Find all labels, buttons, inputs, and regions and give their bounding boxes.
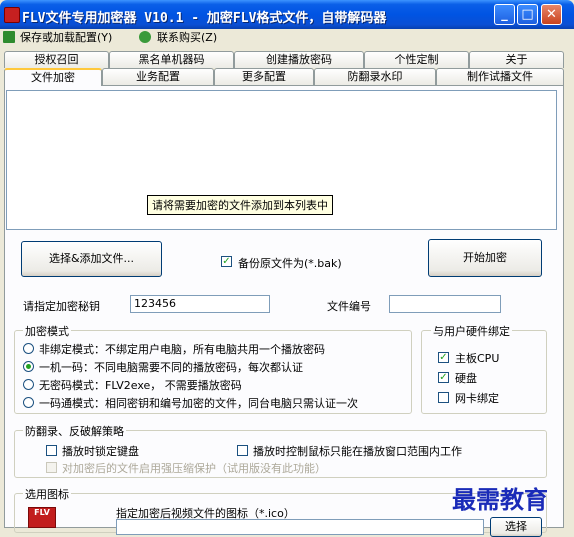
tab-blacklist[interactable]: 黑名单机器码 bbox=[109, 51, 234, 68]
mode-label-one-machine: 一机一码：不同电脑需要不同的播放密码，每次都认证 bbox=[39, 361, 303, 374]
start-encrypt-button[interactable]: 开始加密 bbox=[428, 239, 542, 277]
window-title: FLV文件专用加密器 V10.1 - 加密FLV格式文件，自带解码器 bbox=[22, 11, 387, 26]
mode-label-one-code: 一码通模式：相同密钥和编号加密的文件，同台电脑只需认证一次 bbox=[39, 397, 358, 410]
mode-legend: 加密模式 bbox=[23, 323, 71, 339]
watermark: 最需教育 bbox=[452, 485, 548, 514]
backup-checkbox[interactable]: ✓ bbox=[221, 256, 232, 267]
tab-about[interactable]: 关于 bbox=[469, 51, 564, 68]
tab-business-config[interactable]: 业务配置 bbox=[102, 68, 214, 85]
anticrack-legend: 防翻录、反破解策略 bbox=[23, 423, 126, 439]
hardware-checkbox-disk[interactable]: ✓ bbox=[438, 372, 449, 383]
hardware-checkbox-board-cpu[interactable]: ✓ bbox=[438, 352, 449, 363]
file-number-input[interactable] bbox=[389, 295, 501, 313]
save-icon bbox=[3, 31, 15, 43]
hardware-label-disk: 硬盘 bbox=[455, 372, 477, 385]
tab-more-config[interactable]: 更多配置 bbox=[214, 68, 314, 85]
backup-label: 备份原文件为(*.bak) bbox=[238, 257, 342, 270]
icon-path-input[interactable] bbox=[116, 519, 484, 535]
hardware-label-board-cpu: 主板CPU bbox=[455, 352, 500, 365]
mouse-limit-checkbox[interactable] bbox=[237, 445, 248, 456]
menu-contact[interactable]: 联系购买(Z) bbox=[157, 30, 217, 46]
minimize-button[interactable]: _ bbox=[494, 4, 515, 25]
hardware-label-nic: 网卡绑定 bbox=[455, 392, 499, 405]
tab-customize[interactable]: 个性定制 bbox=[364, 51, 469, 68]
hardware-legend: 与用户硬件绑定 bbox=[431, 323, 512, 339]
mouse-limit-label: 播放时控制鼠标只能在播放窗口范围内工作 bbox=[253, 445, 462, 458]
mode-radio-one-machine[interactable] bbox=[23, 361, 34, 372]
lock-keyboard-label: 播放时锁定键盘 bbox=[62, 445, 139, 458]
tab-file-encrypt[interactable]: 文件加密 bbox=[4, 68, 102, 86]
mode-radio-no-password[interactable] bbox=[23, 379, 34, 390]
icon-legend: 选用图标 bbox=[23, 486, 71, 502]
hardware-checkbox-nic[interactable] bbox=[438, 392, 449, 403]
flv-file-icon: FLV bbox=[28, 507, 56, 528]
file-list-hint: 请将需要加密的文件添加到本列表中 bbox=[147, 195, 333, 215]
mode-radio-unbound[interactable] bbox=[23, 343, 34, 354]
tab-make-trial[interactable]: 制作试播文件 bbox=[436, 68, 564, 85]
mode-label-unbound: 非绑定模式：不绑定用户电脑，所有电脑共用一个播放密码 bbox=[39, 343, 325, 356]
key-input[interactable]: 123456 bbox=[130, 295, 270, 313]
app-icon bbox=[4, 7, 20, 23]
file-number-label: 文件编号 bbox=[327, 300, 371, 313]
contact-icon bbox=[139, 31, 151, 43]
mode-label-no-password: 无密码模式：FLV2exe， 不需要播放密码 bbox=[39, 379, 242, 392]
tab-auth-recall[interactable]: 授权召回 bbox=[4, 51, 109, 68]
mode-radio-one-code[interactable] bbox=[23, 397, 34, 408]
key-label: 请指定加密秘钥 bbox=[23, 300, 100, 313]
compress-checkbox[interactable] bbox=[46, 462, 57, 473]
menu-save-load[interactable]: 保存或加载配置(Y) bbox=[20, 30, 112, 46]
compress-label: 对加密后的文件启用强压缩保护（试用版没有此功能） bbox=[62, 462, 326, 475]
maximize-button[interactable]: □ bbox=[517, 4, 538, 25]
icon-browse-button[interactable]: 选择 bbox=[490, 517, 542, 537]
tab-anti-record-watermark[interactable]: 防翻录水印 bbox=[314, 68, 436, 85]
lock-keyboard-checkbox[interactable] bbox=[46, 445, 57, 456]
tab-create-password[interactable]: 创建播放密码 bbox=[234, 51, 364, 68]
select-add-files-button[interactable]: 选择&添加文件... bbox=[21, 241, 162, 277]
close-button[interactable]: ✕ bbox=[541, 4, 562, 25]
